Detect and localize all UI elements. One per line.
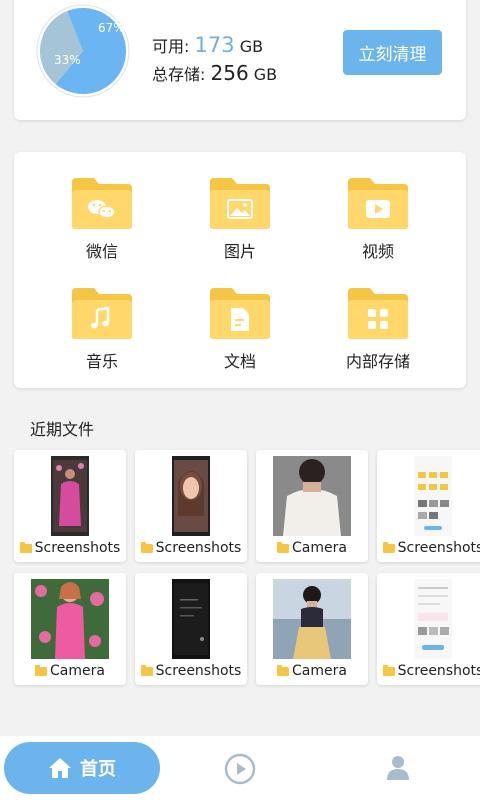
pie-used-label: 67% xyxy=(98,21,125,35)
category-label: 图片 xyxy=(223,242,256,261)
recent-file-card[interactable]: Screenshots xyxy=(135,450,247,562)
available-row: 可用: 173 GB xyxy=(152,32,277,60)
storage-info: 可用: 173 GB 总存储: 256 GB xyxy=(152,32,277,88)
file-caption: Screenshots xyxy=(135,538,247,558)
folder-name: Screenshots xyxy=(397,663,480,679)
available-value: 173 xyxy=(194,33,235,57)
recent-file-card[interactable]: Camera xyxy=(256,573,368,685)
file-thumbnail xyxy=(135,456,247,536)
category-label: 音乐 xyxy=(85,352,118,371)
category-internal-storage[interactable]: 内部存储 xyxy=(318,262,438,371)
file-thumbnail xyxy=(14,579,126,659)
category-music[interactable]: 音乐 xyxy=(42,262,162,371)
folder-name: Screenshots xyxy=(155,663,242,679)
file-caption: Screenshots xyxy=(377,538,480,558)
file-caption: Screenshots xyxy=(377,661,480,681)
nav-home-button[interactable]: 首页 xyxy=(4,742,160,794)
folder-icon xyxy=(19,541,32,553)
total-value: 256 xyxy=(210,61,249,85)
file-thumbnail xyxy=(256,456,368,536)
folder-name: Camera xyxy=(292,540,347,556)
recent-file-card[interactable]: Screenshots xyxy=(135,573,247,685)
recent-file-card[interactable]: Screenshots xyxy=(377,450,480,562)
recent-file-card[interactable]: Camera xyxy=(14,573,126,685)
grid-icon xyxy=(348,288,408,339)
folder-icon xyxy=(140,664,153,676)
file-caption: Camera xyxy=(14,661,126,681)
category-label: 视频 xyxy=(361,242,394,261)
file-manager-page: 67% 33% 可用: 173 GB 总存储: 256 GB 立刻清理 微信 图… xyxy=(0,0,480,800)
file-thumbnail xyxy=(256,579,368,659)
folder-name: Screenshots xyxy=(397,540,480,556)
recent-file-card[interactable]: Camera xyxy=(256,450,368,562)
folder-icon xyxy=(35,664,48,676)
recent-file-card[interactable]: Screenshots xyxy=(377,573,480,685)
recent-files-title: 近期文件 xyxy=(30,420,95,439)
folder-icon xyxy=(277,664,290,676)
available-label: 可用: xyxy=(152,37,190,56)
file-caption: Camera xyxy=(256,538,368,558)
category-videos[interactable]: 视频 xyxy=(318,152,438,261)
clean-now-button[interactable]: 立刻清理 xyxy=(343,30,442,75)
file-caption: Screenshots xyxy=(135,661,247,681)
total-unit: GB xyxy=(253,65,278,84)
recent-file-card[interactable]: Screenshots xyxy=(14,450,126,562)
category-label: 内部存储 xyxy=(345,352,410,371)
category-wechat[interactable]: 微信 xyxy=(42,152,162,261)
folder-name: Camera xyxy=(292,663,347,679)
music-icon xyxy=(72,288,132,339)
folder-name: Screenshots xyxy=(155,540,242,556)
file-caption: Camera xyxy=(256,661,368,681)
play-circle-icon[interactable] xyxy=(224,753,256,785)
category-images[interactable]: 图片 xyxy=(180,152,300,261)
total-label: 总存储: xyxy=(152,65,206,84)
file-caption: Screenshots xyxy=(14,538,126,558)
folder-icon xyxy=(382,664,395,676)
file-thumbnail xyxy=(377,456,480,536)
document-icon xyxy=(210,288,270,339)
nav-home-label: 首页 xyxy=(80,759,116,780)
folder-icon xyxy=(140,541,153,553)
file-thumbnail xyxy=(14,456,126,536)
wechat-icon xyxy=(72,178,132,229)
category-grid: 微信 图片 视频 音乐 文档 内部存储 xyxy=(14,152,466,388)
folder-icon xyxy=(277,541,290,553)
folder-name: Screenshots xyxy=(34,540,121,556)
available-unit: GB xyxy=(239,37,264,56)
total-row: 总存储: 256 GB xyxy=(152,60,277,88)
bottom-navigation: 首页 xyxy=(0,736,480,800)
category-documents[interactable]: 文档 xyxy=(180,262,300,371)
category-label: 微信 xyxy=(85,242,118,261)
pie-free-label: 33% xyxy=(54,53,81,67)
file-thumbnail xyxy=(377,579,480,659)
image-icon xyxy=(210,178,270,229)
storage-card: 67% 33% 可用: 173 GB 总存储: 256 GB 立刻清理 xyxy=(14,0,466,120)
folder-name: Camera xyxy=(50,663,105,679)
person-icon[interactable] xyxy=(386,755,410,781)
folder-icon xyxy=(382,541,395,553)
storage-pie-chart: 67% 33% xyxy=(36,4,130,98)
file-thumbnail xyxy=(135,579,247,659)
category-label: 文档 xyxy=(223,352,256,371)
video-icon xyxy=(348,178,408,229)
home-icon xyxy=(49,758,71,778)
